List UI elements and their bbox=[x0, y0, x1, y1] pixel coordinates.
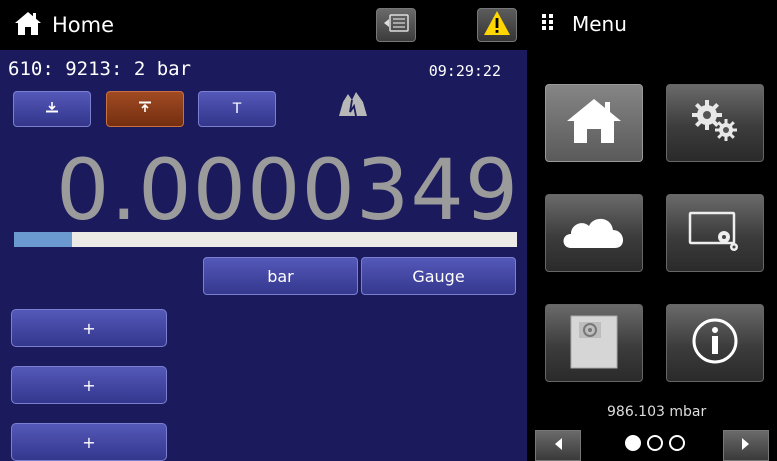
channel-label: 610: 9213: 2 bar bbox=[8, 58, 192, 80]
settings-tile[interactable] bbox=[666, 84, 764, 162]
info-icon bbox=[690, 316, 740, 370]
menu-label: Menu bbox=[572, 12, 627, 36]
add-display-button-1[interactable]: + bbox=[11, 309, 167, 347]
zero-button[interactable] bbox=[13, 91, 91, 127]
menu-header[interactable]: Menu bbox=[542, 12, 627, 36]
side-menu: 986.103 mbar bbox=[527, 50, 777, 461]
prev-page-button[interactable] bbox=[535, 430, 581, 461]
range-bar bbox=[14, 232, 517, 247]
add-display-button-3[interactable]: + bbox=[11, 423, 167, 461]
arrow-left-icon bbox=[553, 436, 563, 455]
mode-button[interactable]: Gauge bbox=[361, 257, 516, 295]
sensor-tile[interactable] bbox=[545, 304, 643, 382]
auto-zero-button[interactable] bbox=[106, 91, 184, 127]
next-page-button[interactable] bbox=[723, 430, 769, 461]
unit-button[interactable]: bar bbox=[203, 257, 358, 295]
page-dot bbox=[647, 435, 663, 451]
zero-icon bbox=[45, 101, 59, 117]
info-tile[interactable] bbox=[666, 304, 764, 382]
home-icon bbox=[565, 97, 623, 149]
tare-button[interactable]: T bbox=[198, 91, 276, 127]
warning-triangle-icon bbox=[483, 10, 511, 40]
remote-tile[interactable] bbox=[545, 194, 643, 272]
page-title: Home bbox=[52, 13, 115, 37]
auto-zero-icon bbox=[138, 101, 152, 117]
screen-dock-button[interactable] bbox=[376, 8, 416, 42]
clock: 09:29:22 bbox=[428, 62, 501, 80]
add-display-button-2[interactable]: + bbox=[11, 366, 167, 404]
gears-icon bbox=[689, 98, 741, 148]
plus-label: + bbox=[82, 318, 96, 338]
warning-button[interactable] bbox=[477, 8, 517, 42]
page-dot bbox=[669, 435, 685, 451]
display-tile[interactable] bbox=[666, 194, 764, 272]
plus-label: + bbox=[82, 375, 96, 395]
range-bar-fill bbox=[14, 232, 72, 247]
top-bar: Home Menu bbox=[0, 0, 777, 50]
plus-label: + bbox=[82, 432, 96, 452]
channel-panel: 610: 9213: 2 bar 09:29:22 T 0.0000349 ba… bbox=[0, 50, 527, 461]
grid-menu-icon bbox=[542, 13, 554, 35]
unit-label: bar bbox=[267, 266, 294, 286]
tare-label: T bbox=[232, 101, 242, 117]
home-icon bbox=[14, 10, 42, 40]
page-indicator bbox=[625, 435, 685, 451]
cloud-icon bbox=[559, 210, 629, 256]
display-settings-icon bbox=[686, 209, 744, 257]
screen-dock-icon bbox=[383, 14, 409, 36]
home-tile[interactable] bbox=[545, 84, 643, 162]
home-title[interactable]: Home bbox=[14, 10, 114, 40]
arrow-right-icon bbox=[741, 436, 751, 455]
sensor-module-icon bbox=[565, 312, 623, 374]
pressure-state-icon bbox=[336, 90, 370, 122]
pressure-reading: 0.0000349 bbox=[56, 141, 520, 239]
barometer-reading: 986.103 mbar bbox=[607, 404, 707, 420]
mode-label: Gauge bbox=[412, 266, 465, 286]
page-dot bbox=[625, 435, 641, 451]
